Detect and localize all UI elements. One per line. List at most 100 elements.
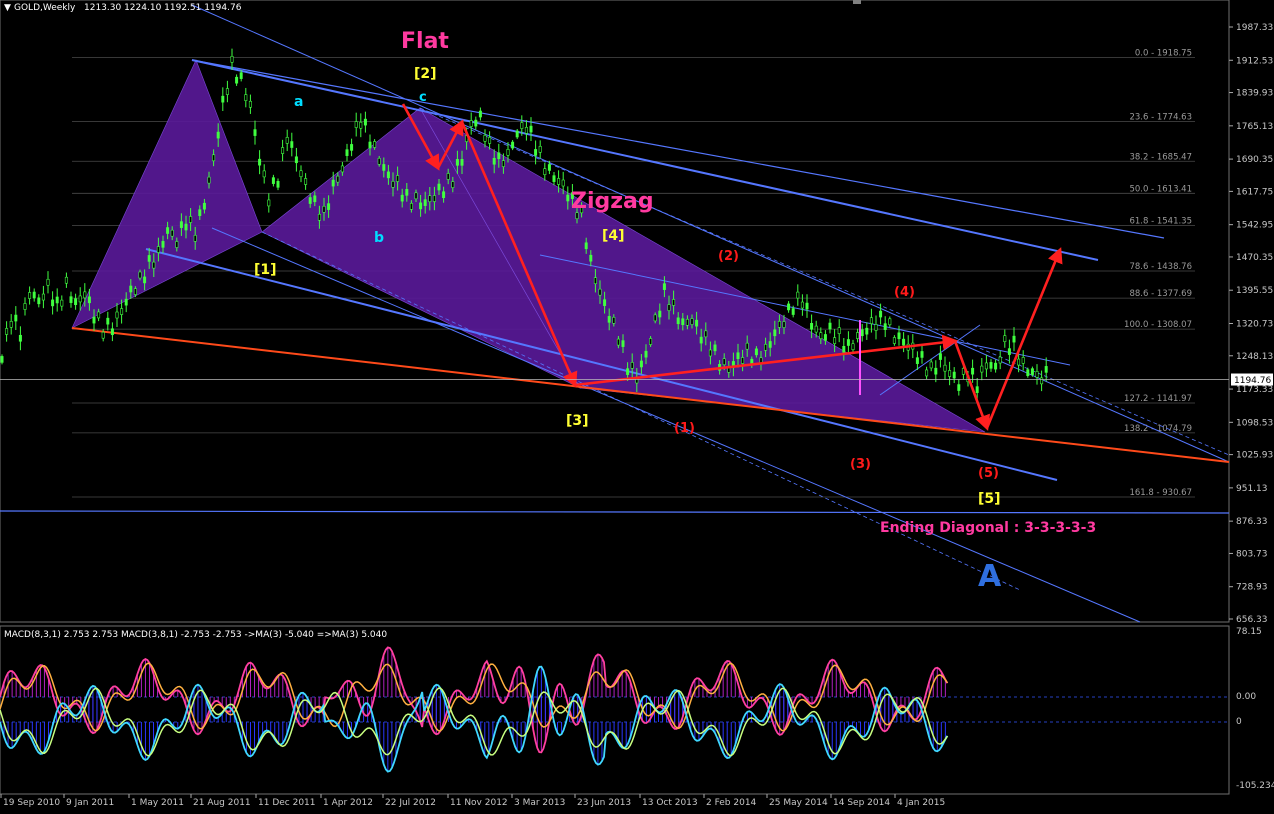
fib-level-label: 61.8 - 1541.35 <box>1129 216 1192 226</box>
price-candle-body <box>37 297 41 305</box>
price-candle-body <box>837 327 841 334</box>
fib-level-label: 78.6 - 1438.76 <box>1129 262 1192 272</box>
price-candle-body <box>892 337 896 344</box>
wave-label: [3] <box>566 413 589 429</box>
arrow-projection <box>985 247 1063 429</box>
price-tick-label: 1320.73 <box>1236 319 1273 329</box>
price-candle-body <box>55 296 59 304</box>
price-candle-body <box>823 334 827 341</box>
chart-ohlc: 1213.30 1224.10 1192.51 1194.76 <box>84 3 242 13</box>
price-candle-body <box>64 276 68 284</box>
price-candle-body <box>515 130 519 138</box>
price-candle-body <box>1035 371 1039 378</box>
price-candle-body <box>9 321 13 328</box>
time-tick-label: 4 Jan 2015 <box>897 798 945 808</box>
price-candle-body <box>998 356 1002 364</box>
price-candle-body <box>925 369 929 377</box>
price-candle-body <box>612 317 616 324</box>
price-candle-body <box>166 227 170 234</box>
price-candle-body <box>423 199 427 206</box>
scroll-marker[interactable] <box>853 0 861 4</box>
price-candle-body <box>1017 358 1021 366</box>
price-candle-body <box>667 304 671 311</box>
price-candle-body <box>1012 335 1016 343</box>
price-candle-body <box>474 119 478 127</box>
price-candle-body <box>469 120 473 127</box>
time-tick-label: 19 Sep 2010 <box>3 798 60 808</box>
price-candle-body <box>405 189 409 196</box>
price-candle-body <box>810 323 814 330</box>
price-candle-body <box>428 195 432 202</box>
price-candle-body <box>396 175 400 182</box>
price-candle-body <box>745 342 749 350</box>
price-candle-body <box>948 370 952 377</box>
wave-label: Ending Diagonal : 3-3-3-3-3 <box>880 520 1096 536</box>
time-tick-label: 14 Sep 2014 <box>833 798 890 808</box>
price-candle-body <box>83 291 87 299</box>
price-candle-body <box>317 213 321 221</box>
price-candle-body <box>304 178 308 185</box>
price-candle-body <box>110 328 114 336</box>
price-candle-body <box>984 362 988 370</box>
price-candle-body <box>373 141 377 148</box>
time-tick-label: 1 May 2011 <box>131 798 184 808</box>
price-candle-body <box>699 336 703 344</box>
price-tick-label: 656.33 <box>1236 615 1268 625</box>
price-candle-body <box>722 358 726 366</box>
price-candle-body <box>814 325 818 333</box>
price-candle-body <box>354 121 358 128</box>
price-candle-body <box>552 175 556 182</box>
price-candle-body <box>368 141 372 149</box>
price-candle-body <box>455 159 459 166</box>
price-candle-body <box>41 293 45 301</box>
price-candle-body <box>708 349 712 357</box>
macd-label: MACD(8,3,1) 2.753 2.753 MACD(3,8,1) -2.7… <box>4 630 387 640</box>
price-candle-body <box>736 352 740 360</box>
price-candle-body <box>957 384 961 391</box>
price-candle-body <box>235 76 239 84</box>
price-candle-body <box>262 170 266 178</box>
price-candle-body <box>644 350 648 358</box>
chart-symbol-triangle-icon[interactable]: ▼ <box>4 3 11 13</box>
wave-label: c <box>419 90 427 105</box>
price-candle-body <box>662 283 666 290</box>
price-candle-body <box>488 137 492 144</box>
wave-label: (2) <box>718 249 739 264</box>
price-candle-body <box>391 181 395 188</box>
fib-level-label: 0.0 - 1918.75 <box>1135 49 1192 59</box>
price-candle-body <box>239 72 243 79</box>
time-tick-label: 22 Jul 2012 <box>385 798 436 808</box>
fib-level-label: 161.8 - 930.67 <box>1129 488 1192 498</box>
price-candle-body <box>888 318 892 326</box>
price-candle-body <box>419 202 423 210</box>
wave-label: A <box>978 559 1002 594</box>
price-candle-body <box>5 328 9 335</box>
price-candle-body <box>345 149 349 156</box>
price-candle-body <box>308 197 312 204</box>
price-candle-body <box>216 131 220 139</box>
fib-level-label: 50.0 - 1613.41 <box>1129 184 1192 194</box>
price-candle-body <box>18 334 22 342</box>
price-candle-body <box>639 360 643 368</box>
fib-level-label: 38.2 - 1685.47 <box>1129 152 1192 162</box>
gold-weekly-chart[interactable]: 0.0 - 1918.75 23.6 - 1774.63 38.2 - 1685.4… <box>0 0 1274 810</box>
price-candle-body <box>943 364 947 372</box>
price-candle-body <box>51 299 55 307</box>
price-candle-body <box>584 242 588 250</box>
price-candle-body <box>653 314 657 322</box>
fib-level-label: 100.0 - 1308.07 <box>1124 320 1192 330</box>
price-candle-body <box>0 356 4 363</box>
macd-line-2 <box>0 665 949 773</box>
price-candle-body <box>819 332 823 340</box>
price-candle-body <box>78 295 82 303</box>
price-candle-body <box>143 276 147 284</box>
price-candle-body <box>244 94 248 101</box>
price-candle-body <box>1026 369 1030 376</box>
wave-label: (4) <box>894 285 915 300</box>
price-candle-body <box>170 229 174 237</box>
wave-label: [1] <box>254 262 277 278</box>
price-candle-body <box>442 191 446 198</box>
price-candle-body <box>271 177 275 184</box>
price-candle-body <box>207 176 211 184</box>
price-candle-body <box>409 203 413 210</box>
